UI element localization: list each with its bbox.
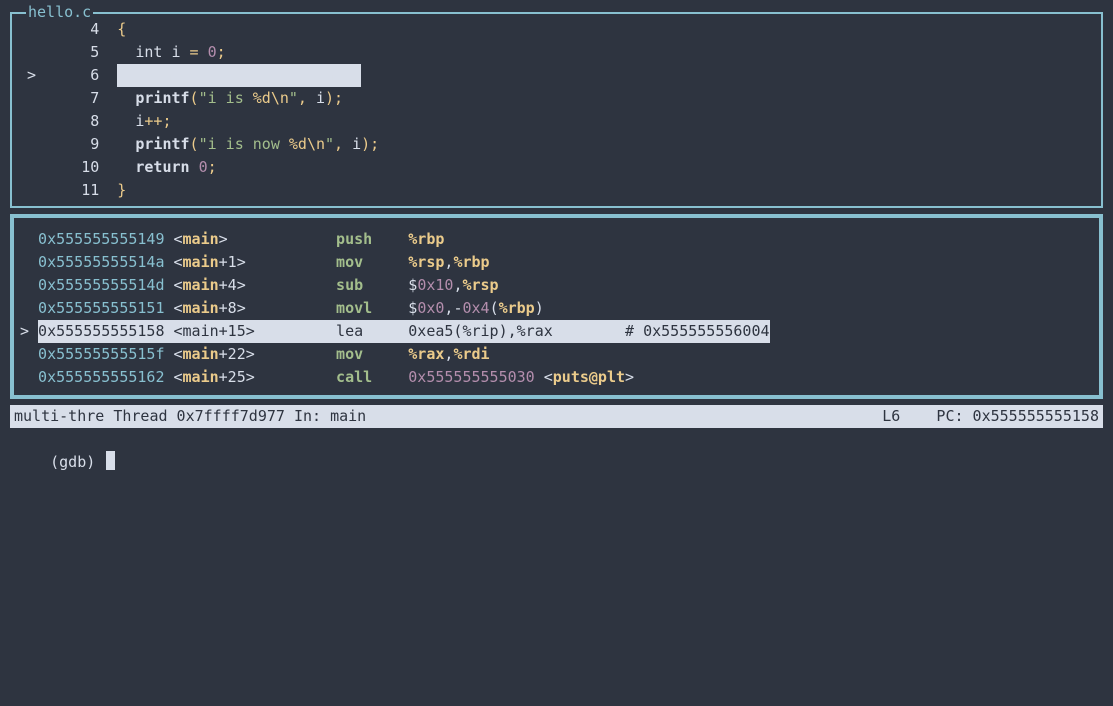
status-bar: multi-thre Thread 0x7ffff7d977 In: main … [10, 405, 1103, 428]
source-line[interactable]: 10 return 0; [18, 156, 1095, 179]
assembly-body[interactable]: 0x555555555149<main>push%rbp 0x555555555… [20, 228, 1093, 389]
source-body[interactable]: 4 {5 int i = 0; >6 printf("Hello world!\… [18, 18, 1095, 202]
asm-line[interactable]: 0x55555555515f<main+22>mov%rax,%rdi [20, 343, 1093, 366]
source-title: hello.c [26, 1, 93, 24]
asm-line[interactable]: 0x555555555162<main+25>call0x55555555503… [20, 366, 1093, 389]
asm-line[interactable]: 0x555555555149<main>push%rbp [20, 228, 1093, 251]
source-line[interactable]: 8 i++; [18, 110, 1095, 133]
source-line[interactable]: 7 printf("i is %d\n", i); [18, 87, 1095, 110]
status-left: multi-thre Thread 0x7ffff7d977 In: main [14, 405, 366, 428]
source-line[interactable]: 4 { [18, 18, 1095, 41]
asm-line[interactable]: 0x555555555151<main+8>movl$0x0,-0x4(%rbp… [20, 297, 1093, 320]
asm-line[interactable]: 0x55555555514d<main+4>sub$0x10,%rsp [20, 274, 1093, 297]
source-line[interactable]: 9 printf("i is now %d\n", i); [18, 133, 1095, 156]
source-panel: hello.c 4 {5 int i = 0; >6 printf("Hello… [10, 12, 1103, 208]
source-line[interactable]: >6 printf("Hello world!\n"); [18, 64, 1095, 87]
source-line[interactable]: 5 int i = 0; [18, 41, 1095, 64]
status-right: L6 PC: 0x555555555158 [882, 405, 1099, 428]
gdb-prompt: (gdb) [50, 453, 104, 471]
asm-line[interactable]: >0x555555555158<main+15>lea0xea5(%rip),%… [20, 320, 1093, 343]
asm-line[interactable]: 0x55555555514a<main+1>mov%rsp,%rbp [20, 251, 1093, 274]
gdb-prompt-row[interactable]: (gdb) [10, 428, 1103, 497]
assembly-panel: 0x555555555149<main>push%rbp 0x555555555… [10, 214, 1103, 399]
source-line[interactable]: 11 } [18, 179, 1095, 202]
cursor-icon [106, 451, 115, 470]
